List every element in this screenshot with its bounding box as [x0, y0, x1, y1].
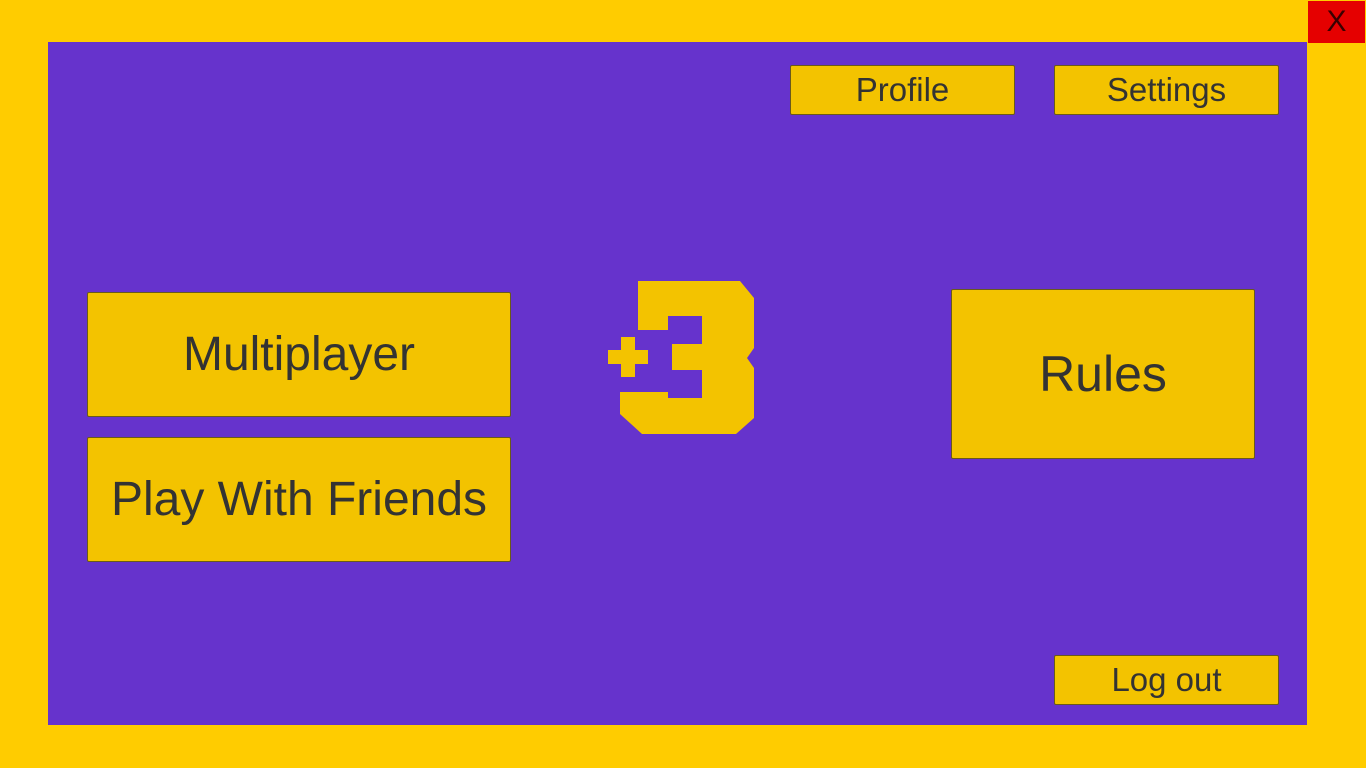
settings-button-label: Settings: [1106, 71, 1227, 108]
plus-three-logo-icon: [608, 281, 754, 434]
logo-shapes: [608, 281, 754, 434]
rules-button[interactable]: Rules: [951, 289, 1255, 459]
rules-button-label: Rules: [1039, 346, 1167, 402]
play-with-friends-button[interactable]: Play With Friends: [87, 437, 511, 562]
close-button[interactable]: X: [1308, 1, 1365, 43]
close-icon: X: [1326, 5, 1347, 38]
logout-button-label: Log out: [1111, 661, 1222, 698]
profile-button[interactable]: Profile: [790, 65, 1015, 115]
logout-button[interactable]: Log out: [1054, 655, 1279, 705]
multiplayer-button-label: Multiplayer: [182, 328, 416, 381]
profile-button-label: Profile: [855, 71, 950, 108]
logo-plus-vertical: [621, 337, 635, 377]
multiplayer-button[interactable]: Multiplayer: [87, 292, 511, 417]
play-with-friends-button-label: Play With Friends: [110, 473, 488, 526]
settings-button[interactable]: Settings: [1054, 65, 1279, 115]
